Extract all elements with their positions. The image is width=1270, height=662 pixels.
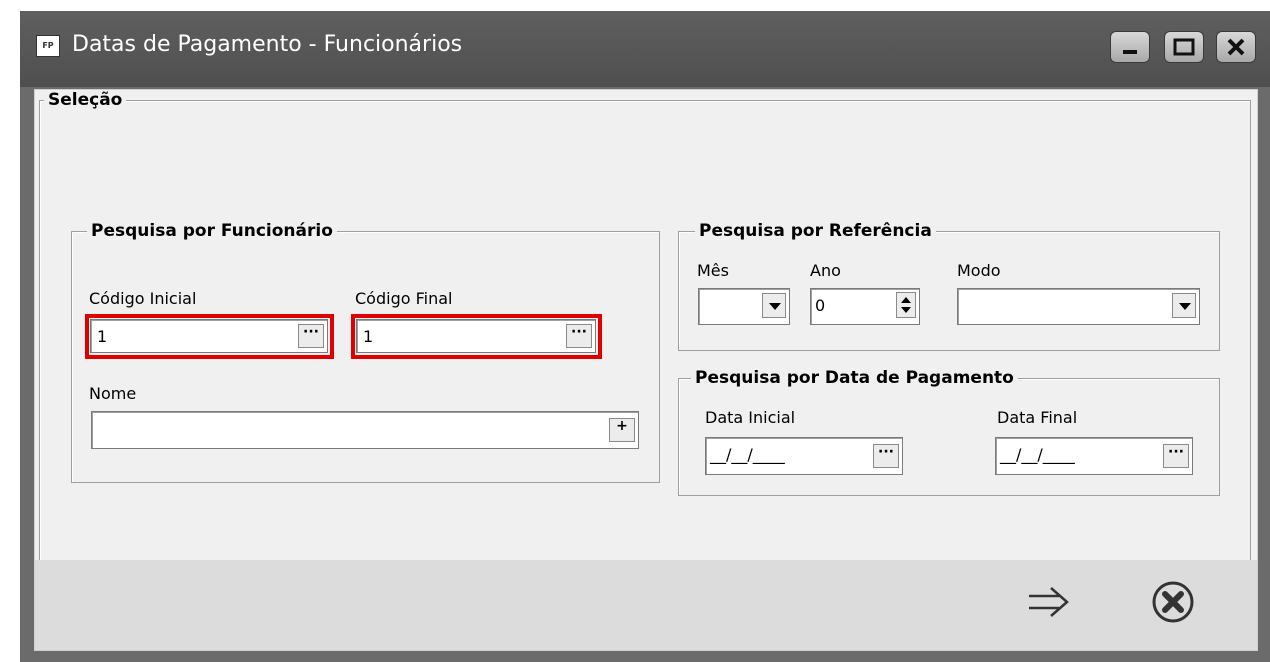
data-inicial-value: __/__/____ <box>710 445 785 464</box>
modo-label: Modo <box>957 261 1001 280</box>
action-bar <box>35 560 1257 650</box>
maximize-icon <box>1173 38 1195 56</box>
nome-input[interactable]: + <box>91 411 639 449</box>
ano-label: Ano <box>810 261 841 280</box>
close-icon <box>1227 38 1245 56</box>
close-window-button[interactable] <box>1216 31 1256 63</box>
minimize-button[interactable] <box>1110 31 1150 63</box>
codigo-inicial-label: Código Inicial <box>89 289 197 308</box>
cancel-button[interactable] <box>1149 580 1197 628</box>
data-final-label: Data Final <box>997 408 1078 427</box>
mes-label: Mês <box>697 261 729 280</box>
ano-value: 0 <box>815 296 826 315</box>
codigo-final-highlight <box>351 314 602 359</box>
data-final-input[interactable]: __/__/____ ··· <box>995 437 1193 475</box>
ano-spinner[interactable] <box>896 292 916 318</box>
selecao-title: Seleção <box>44 90 127 110</box>
mes-dropdown-icon[interactable] <box>762 293 786 318</box>
client-area: Seleção Pesquisa por Funcionário Código … <box>34 89 1258 651</box>
funcionario-title: Pesquisa por Funcionário <box>87 221 337 241</box>
data-inicial-label: Data Inicial <box>705 408 796 427</box>
data-final-value: __/__/____ <box>1000 445 1075 464</box>
modo-dropdown-icon[interactable] <box>1172 293 1196 318</box>
arrow-right-icon <box>1029 587 1069 617</box>
data-final-calendar-button[interactable]: ··· <box>1163 444 1189 468</box>
ano-input[interactable]: 0 <box>810 288 920 325</box>
proceed-button[interactable] <box>1025 582 1075 622</box>
main-window: FP Datas de Pagamento - Funcionários Sel… <box>20 11 1270 662</box>
title-bar: FP Datas de Pagamento - Funcionários <box>20 11 1270 87</box>
nome-add-button[interactable]: + <box>609 418 635 442</box>
nome-label: Nome <box>89 384 137 403</box>
codigo-inicial-highlight <box>85 314 334 359</box>
data-inicial-input[interactable]: __/__/____ ··· <box>705 437 903 475</box>
modo-select[interactable] <box>957 288 1200 325</box>
window-title: Datas de Pagamento - Funcionários <box>72 32 463 57</box>
data-inicial-calendar-button[interactable]: ··· <box>873 444 899 468</box>
close-circle-icon <box>1152 581 1194 623</box>
spinner-arrows-icon <box>901 297 911 313</box>
data-pagamento-title: Pesquisa por Data de Pagamento <box>691 368 1018 388</box>
app-icon: FP <box>36 35 60 57</box>
minimize-icon <box>1123 50 1137 54</box>
mes-select[interactable] <box>698 288 790 325</box>
referencia-title: Pesquisa por Referência <box>695 221 936 241</box>
maximize-button[interactable] <box>1164 31 1204 63</box>
codigo-final-label: Código Final <box>355 289 453 308</box>
